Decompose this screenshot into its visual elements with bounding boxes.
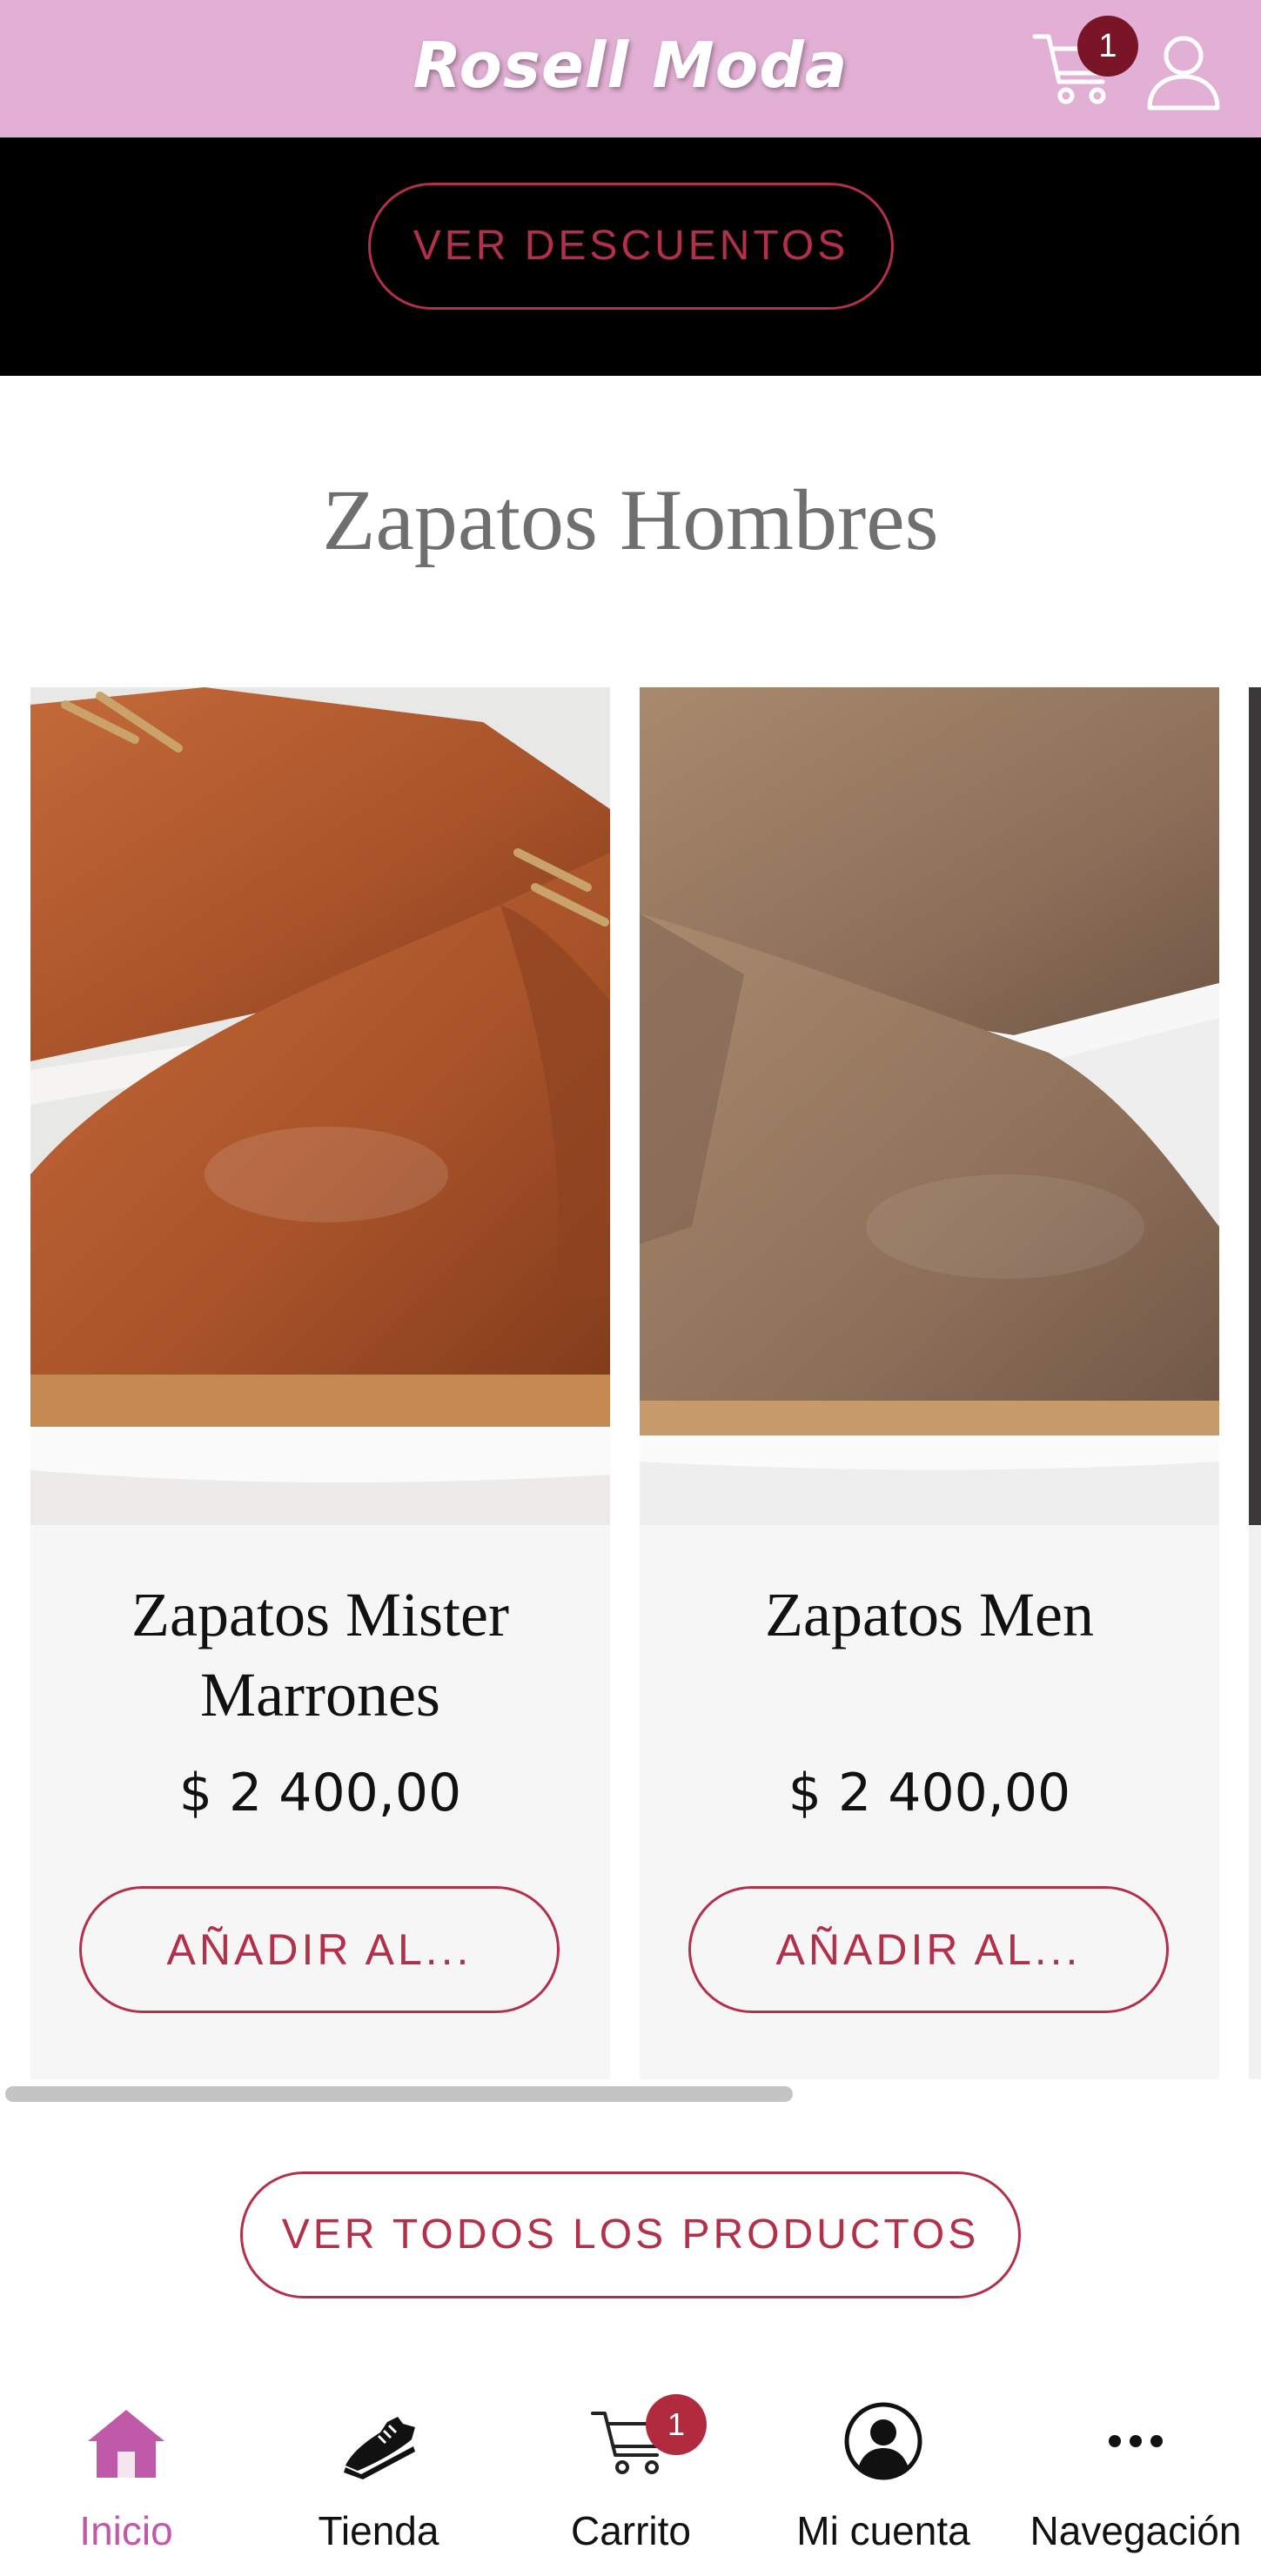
- product-image[interactable]: [640, 687, 1219, 1525]
- bottom-navigation: Inicio Tienda 1 Carrito Mi cuenta Navega…: [0, 2366, 1261, 2576]
- product-image[interactable]: [1249, 687, 1261, 1525]
- product-image[interactable]: [30, 687, 610, 1525]
- nav-label: Carrito: [570, 2508, 692, 2553]
- nav-label: Mi cuenta: [796, 2508, 970, 2553]
- product-card[interactable]: Zapatos Mister Marrones $ 2 400,00 AÑADI…: [30, 687, 610, 2079]
- nav-label: Navegación: [1030, 2508, 1242, 2553]
- product-price: $ 2 400,00: [178, 1763, 462, 1823]
- cart-count-badge: 1: [1077, 16, 1138, 77]
- app-header: Rosell Moda 1: [0, 0, 1261, 137]
- nav-label: Tienda: [318, 2508, 439, 2553]
- product-card-partial[interactable]: [1249, 687, 1261, 2079]
- view-discounts-button[interactable]: VER DESCUENTOS: [368, 183, 894, 310]
- nav-item-inicio[interactable]: Inicio: [35, 2366, 218, 2576]
- product-card[interactable]: Zapatos Men $ 2 400,00 AÑADIR AL...: [640, 687, 1219, 2079]
- add-to-cart-button[interactable]: AÑADIR AL...: [79, 1886, 560, 2013]
- product-title[interactable]: Zapatos Mister Marrones: [48, 1575, 593, 1735]
- product-title[interactable]: Zapatos Men: [657, 1575, 1202, 1655]
- horizontal-scrollbar[interactable]: [5, 2086, 793, 2102]
- account-icon: [844, 2402, 922, 2480]
- nav-item-mi-cuenta[interactable]: Mi cuenta: [779, 2366, 988, 2576]
- user-icon[interactable]: [1144, 26, 1223, 113]
- more-icon: [1109, 2435, 1163, 2447]
- add-to-cart-button[interactable]: AÑADIR AL...: [688, 1886, 1169, 2013]
- cart-count-badge: 1: [646, 2394, 707, 2455]
- nav-item-tienda[interactable]: Tienda: [287, 2366, 470, 2576]
- product-price: $ 2 400,00: [788, 1763, 1071, 1823]
- nav-label: Inicio: [79, 2508, 173, 2553]
- section-title: Zapatos Hombres: [322, 472, 939, 568]
- nav-item-carrito[interactable]: 1 Carrito: [540, 2366, 722, 2576]
- nav-item-navegacion[interactable]: Navegación: [1018, 2366, 1253, 2576]
- view-all-products-button[interactable]: VER TODOS LOS PRODUCTOS: [240, 2171, 1021, 2298]
- home-icon: [88, 2410, 164, 2478]
- sneaker-icon: [344, 2417, 415, 2479]
